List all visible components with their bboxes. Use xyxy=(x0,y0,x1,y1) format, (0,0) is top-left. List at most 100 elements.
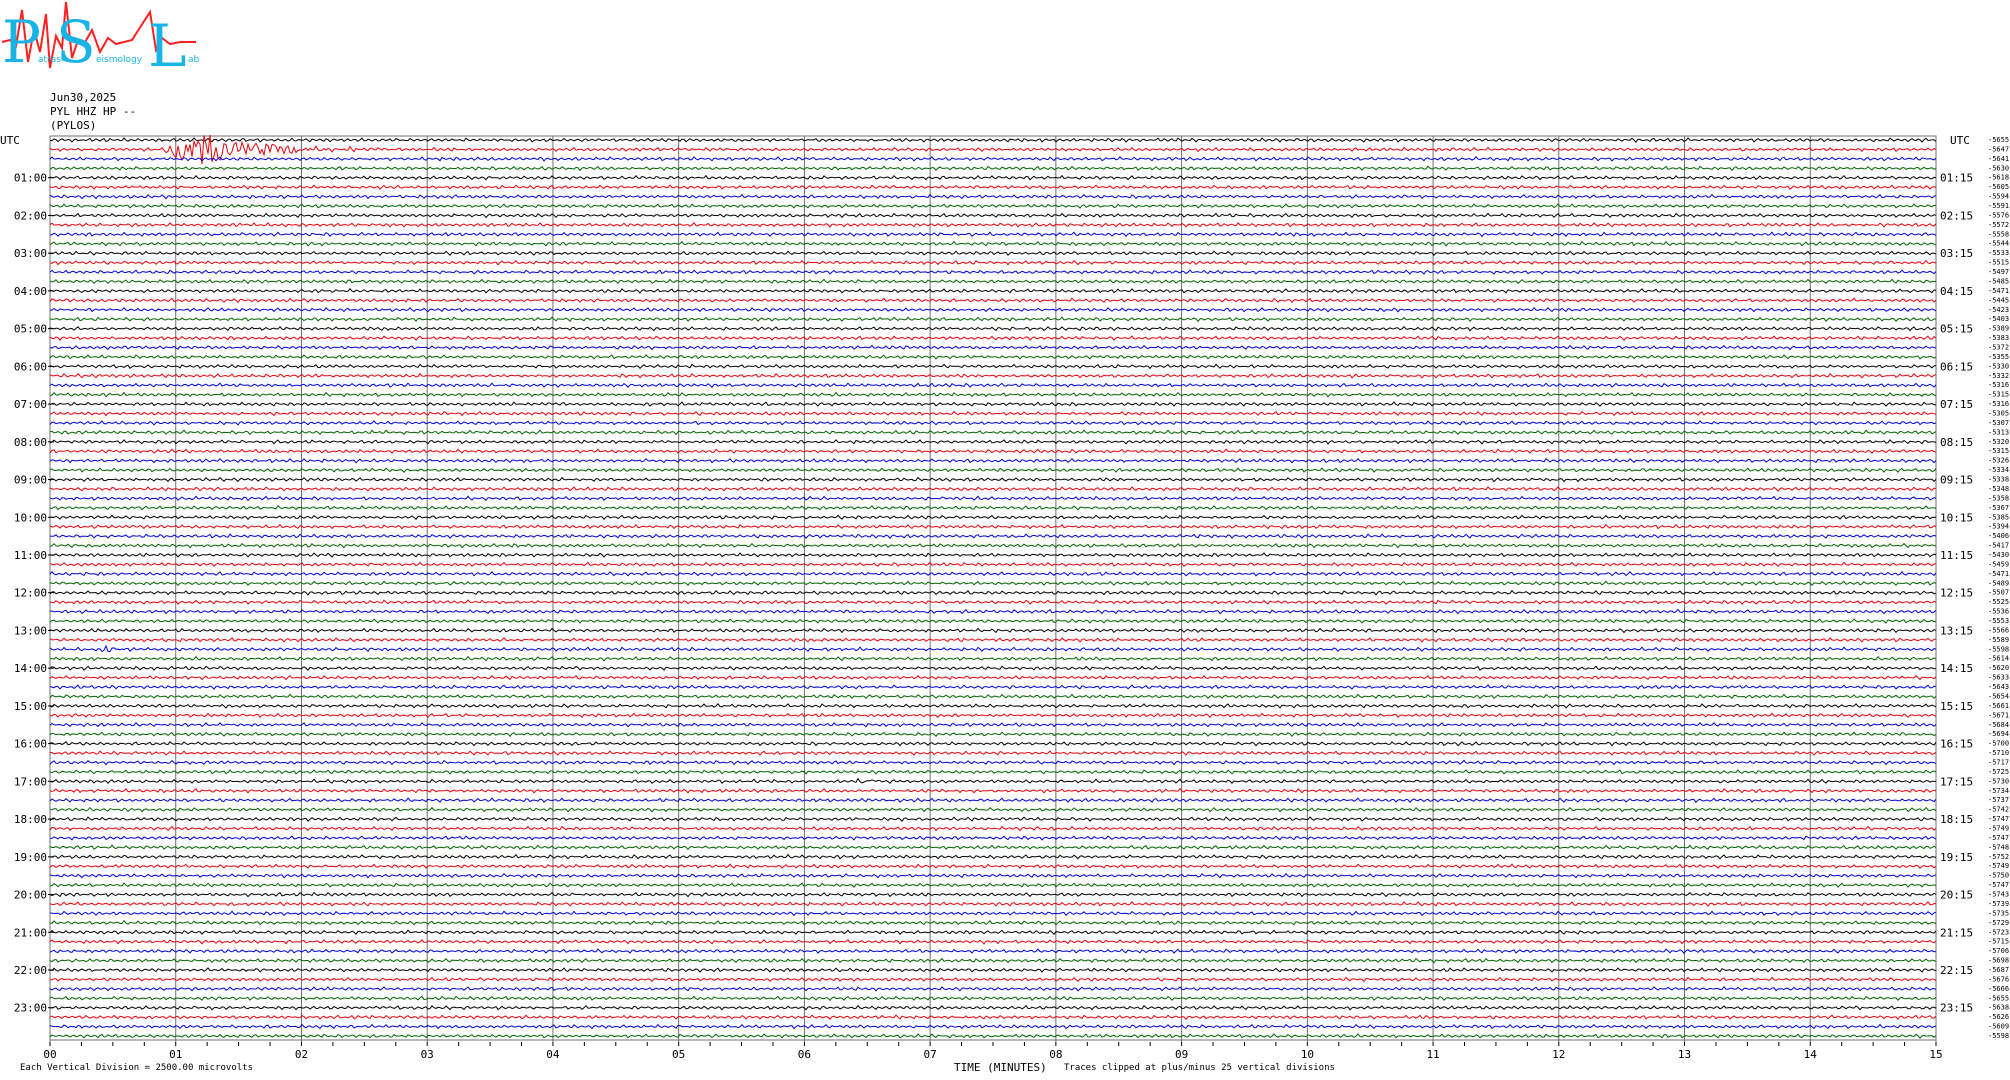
right-hour-label: 03:15 xyxy=(1940,247,1973,260)
seismic-trace xyxy=(49,344,1937,351)
trace-offset-label: -5614 xyxy=(1988,655,2009,663)
right-hour-label: 14:15 xyxy=(1940,662,1973,675)
seismic-trace xyxy=(49,542,1937,549)
x-tick-label: 06 xyxy=(798,1048,811,1061)
left-hour-label: 12:00 xyxy=(14,587,47,600)
seismic-trace xyxy=(49,825,1937,832)
right-hour-label: 16:15 xyxy=(1940,738,1973,751)
trace-offset-label: -5316 xyxy=(1988,400,2009,408)
trace-offset-label: -5385 xyxy=(1988,513,2009,521)
seismic-trace xyxy=(49,835,1937,841)
trace-offset-label: -5459 xyxy=(1988,560,2009,568)
trace-offset-label: -5747 xyxy=(1988,834,2009,842)
left-hour-label: 04:00 xyxy=(14,285,47,298)
seismic-trace xyxy=(49,948,1937,954)
seismic-trace xyxy=(49,644,1937,653)
right-hour-label: 01:15 xyxy=(1940,172,1973,185)
trace-offset-label: -5684 xyxy=(1988,721,2009,729)
seismic-trace xyxy=(49,325,1937,332)
seismic-trace xyxy=(49,777,1937,785)
trace-offset-label: -5389 xyxy=(1988,325,2009,333)
trace-offset-label: -5735 xyxy=(1988,909,2009,917)
seismic-trace xyxy=(49,637,1937,643)
right-hour-label: 08:15 xyxy=(1940,436,1973,449)
trace-offset-label: -5715 xyxy=(1988,938,2009,946)
trace-offset-label: -5630 xyxy=(1988,164,2009,172)
seismic-trace xyxy=(49,306,1937,313)
x-tick-label: 08 xyxy=(1049,1048,1062,1061)
trace-offset-label: -5507 xyxy=(1988,589,2009,597)
trace-offset-label: -5641 xyxy=(1988,155,2009,163)
trace-offset-label: -5717 xyxy=(1988,758,2009,766)
trace-offset-label: -5572 xyxy=(1988,221,2009,229)
trace-offset-label: -5730 xyxy=(1988,777,2009,785)
x-axis-title: TIME (MINUTES) xyxy=(954,1061,1047,1074)
trace-offset-label: -5372 xyxy=(1988,343,2009,351)
seismic-trace xyxy=(49,212,1937,219)
trace-offset-label: -5620 xyxy=(1988,664,2009,672)
trace-offset-label: -5305 xyxy=(1988,410,2009,418)
seismic-trace xyxy=(49,174,1937,181)
trace-offset-label: -5742 xyxy=(1988,806,2009,814)
x-tick-label: 09 xyxy=(1175,1048,1188,1061)
trace-offset-label: -5315 xyxy=(1988,391,2009,399)
seismic-trace xyxy=(49,599,1937,605)
right-hour-label: 11:15 xyxy=(1940,549,1973,562)
trace-offset-label: -5497 xyxy=(1988,268,2009,276)
trace-offset-label: -5749 xyxy=(1988,862,2009,870)
trace-offset-label: -5700 xyxy=(1988,740,2009,748)
seismic-trace xyxy=(49,816,1937,822)
seismic-trace xyxy=(49,910,1937,917)
trace-offset-label: -5752 xyxy=(1988,853,2009,861)
seismic-trace xyxy=(49,872,1937,879)
trace-offset-label: -5358 xyxy=(1988,494,2009,502)
trace-offset-label: -5338 xyxy=(1988,476,2009,484)
trace-offset-label: -5729 xyxy=(1988,919,2009,927)
right-hour-label: 15:15 xyxy=(1940,700,1973,713)
trace-offset-label: -5655 xyxy=(1988,994,2009,1002)
seismic-trace xyxy=(49,939,1937,945)
trace-offset-label: -5643 xyxy=(1988,683,2009,691)
trace-offset-label: -5618 xyxy=(1988,174,2009,182)
trace-offset-label: -5694 xyxy=(1988,730,2009,738)
left-hour-label: 05:00 xyxy=(14,323,47,336)
trace-offset-label: -5626 xyxy=(1988,1013,2009,1021)
seismic-trace xyxy=(49,193,1937,200)
trace-offset-label: -5406 xyxy=(1988,532,2009,540)
seismic-trace xyxy=(49,1014,1937,1020)
seismic-trace xyxy=(49,929,1937,935)
right-hour-label: 19:15 xyxy=(1940,851,1973,864)
left-hour-label: 11:00 xyxy=(14,549,47,562)
seismic-trace xyxy=(49,891,1937,898)
seismic-trace xyxy=(49,250,1937,256)
left-hour-label: 06:00 xyxy=(14,360,47,373)
seismic-trace xyxy=(49,740,1937,747)
trace-offset-label: -5430 xyxy=(1988,551,2009,559)
seismic-trace xyxy=(49,976,1937,983)
x-tick-label: 14 xyxy=(1804,1048,1818,1061)
x-tick-label: 11 xyxy=(1426,1048,1439,1061)
left-hour-label: 18:00 xyxy=(14,813,47,826)
right-hour-label: 09:15 xyxy=(1940,474,1973,487)
seismic-trace xyxy=(49,655,1937,662)
seismic-trace xyxy=(49,363,1937,370)
trace-offset-label: -5638 xyxy=(1988,1004,2009,1012)
left-hour-label: 02:00 xyxy=(14,209,47,222)
trace-offset-label: -5445 xyxy=(1988,296,2009,304)
seismic-trace xyxy=(49,505,1937,511)
seismic-trace xyxy=(49,269,1937,275)
trace-offset-label: -5471 xyxy=(1988,287,2009,295)
trace-offset-label: -5471 xyxy=(1988,570,2009,578)
seismic-trace xyxy=(49,1004,1937,1011)
trace-offset-label: -5706 xyxy=(1988,947,2009,955)
trace-offset-label: -5515 xyxy=(1988,259,2009,267)
trace-offset-label: -5671 xyxy=(1988,711,2009,719)
trace-offset-label: -5647 xyxy=(1988,145,2009,153)
trace-offset-label: -5485 xyxy=(1988,277,2009,285)
trace-offset-label: -5598 xyxy=(1988,1032,2009,1040)
seismic-trace xyxy=(49,882,1937,888)
left-hour-label: 17:00 xyxy=(14,775,47,788)
seismic-trace xyxy=(49,693,1937,700)
right-hour-label: 10:15 xyxy=(1940,511,1973,524)
trace-offset-label: -5594 xyxy=(1988,193,2009,201)
